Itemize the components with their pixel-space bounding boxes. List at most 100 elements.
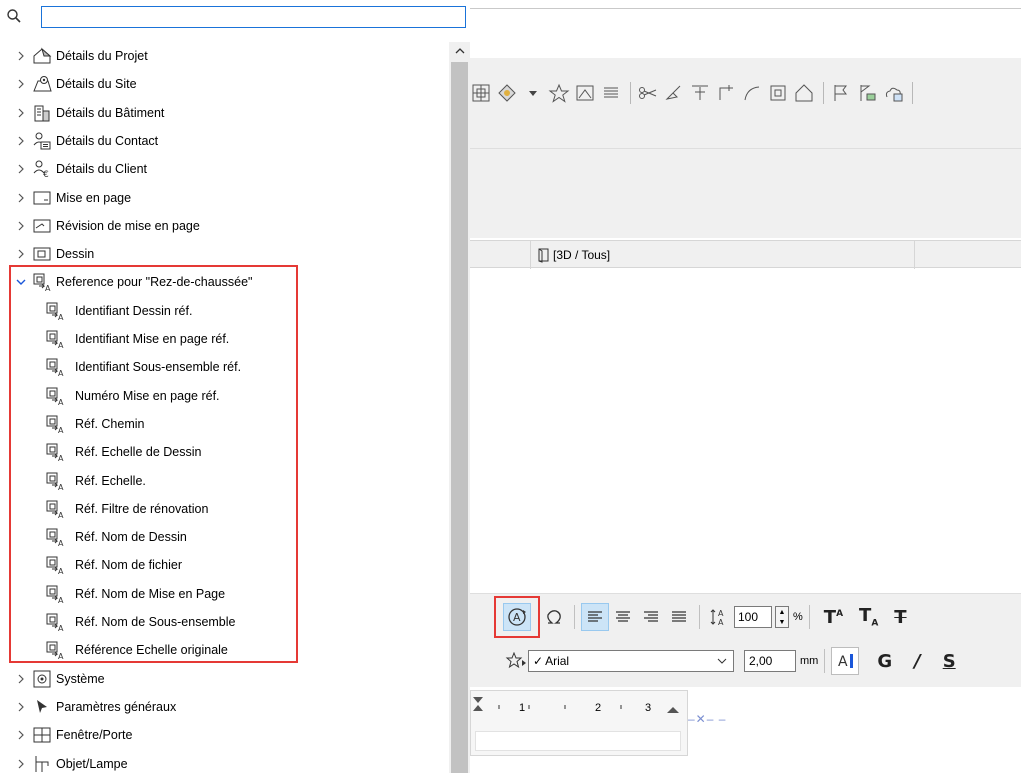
tree-child-label: Réf. Echelle de Dessin bbox=[75, 445, 202, 460]
grid-object-icon[interactable] bbox=[470, 82, 492, 104]
svg-text:A: A bbox=[58, 596, 64, 604]
chevron-right-icon[interactable] bbox=[16, 108, 26, 118]
ruler-text-area[interactable] bbox=[475, 731, 681, 751]
tree-item-client[interactable]: € Détails du Client bbox=[0, 155, 450, 183]
tree-item-object-lamp[interactable]: Objet/Lampe bbox=[0, 750, 450, 773]
tree-item-drawing[interactable]: Dessin bbox=[0, 240, 450, 268]
tree-item-label: Paramètres généraux bbox=[56, 699, 177, 714]
tree-child-label: Identifiant Sous-ensemble réf. bbox=[75, 360, 242, 375]
align-top-icon[interactable] bbox=[689, 82, 711, 104]
line-spacing-input[interactable]: 100 bbox=[734, 606, 772, 628]
ruler-tick-3: 3 bbox=[645, 702, 651, 714]
subscript-icon[interactable]: TA bbox=[859, 605, 878, 629]
house-icon[interactable] bbox=[793, 82, 815, 104]
right-indent-marker[interactable] bbox=[667, 707, 679, 713]
vertical-scrollbar[interactable] bbox=[449, 42, 470, 773]
chevron-down-icon[interactable] bbox=[16, 277, 26, 287]
chevron-right-icon[interactable] bbox=[16, 164, 26, 174]
cloud-icon[interactable] bbox=[882, 82, 904, 104]
column-divider bbox=[914, 241, 915, 269]
left-indent-marker[interactable] bbox=[473, 705, 483, 711]
chevron-down-icon bbox=[717, 655, 727, 665]
tree-child-item[interactable]: A Réf. Echelle de Dessin bbox=[0, 438, 450, 466]
tree-item-building[interactable]: Détails du Bâtiment bbox=[0, 99, 450, 127]
align-right-icon[interactable] bbox=[637, 603, 665, 631]
toolbar-separator bbox=[630, 82, 631, 104]
tree-item-reference[interactable]: A Reference pour "Rez-de-chaussée" bbox=[0, 268, 450, 296]
favorite-font-icon[interactable] bbox=[504, 647, 528, 675]
search-input[interactable] bbox=[41, 6, 466, 28]
first-indent-marker[interactable] bbox=[473, 697, 483, 703]
scroll-up-arrow-icon[interactable] bbox=[449, 42, 470, 60]
fill-icon[interactable] bbox=[496, 82, 518, 104]
italic-button[interactable]: / bbox=[914, 651, 921, 672]
object-lamp-icon bbox=[32, 754, 52, 773]
line-spacing-spinner[interactable]: ▲ ▼ bbox=[775, 606, 789, 628]
tree-child-item[interactable]: A Numéro Mise en page réf. bbox=[0, 382, 450, 410]
ruler-tick-1: 1 bbox=[519, 702, 525, 714]
scissors-icon[interactable] bbox=[637, 82, 659, 104]
tree-child-item[interactable]: A Réf. Nom de fichier bbox=[0, 551, 450, 579]
tree-child-item[interactable]: A Référence Echelle originale bbox=[0, 636, 450, 664]
underline-button[interactable]: S bbox=[943, 651, 956, 672]
flag-icon[interactable] bbox=[830, 82, 852, 104]
strikethrough-icon[interactable]: T bbox=[894, 607, 906, 628]
roof-view-icon[interactable] bbox=[574, 82, 596, 104]
3d-view-icon bbox=[537, 247, 551, 263]
font-select[interactable]: ✓ Arial bbox=[528, 650, 734, 672]
star-icon[interactable] bbox=[548, 82, 570, 104]
align-left-icon[interactable] bbox=[581, 603, 609, 631]
chevron-right-icon[interactable] bbox=[16, 79, 26, 89]
tree-child-item[interactable]: A Identifiant Mise en page réf. bbox=[0, 325, 450, 353]
tree-child-item[interactable]: A Réf. Chemin bbox=[0, 410, 450, 438]
section-icon[interactable] bbox=[767, 82, 789, 104]
tree-child-item[interactable]: A Identifiant Sous-ensemble réf. bbox=[0, 353, 450, 381]
curve-icon[interactable] bbox=[741, 82, 763, 104]
tree-item-contact[interactable]: Détails du Contact bbox=[0, 127, 450, 155]
tree-child-item[interactable]: A Réf. Echelle. bbox=[0, 467, 450, 495]
tree-child-item[interactable]: A Réf. Nom de Mise en Page bbox=[0, 580, 450, 608]
tree-child-item[interactable]: A Identifiant Dessin réf. bbox=[0, 297, 450, 325]
rotate-text-icon: A bbox=[503, 603, 531, 631]
dropdown-arrow-icon[interactable] bbox=[522, 82, 544, 104]
chevron-right-icon[interactable] bbox=[16, 730, 26, 740]
layers-icon[interactable] bbox=[600, 82, 622, 104]
chevron-right-icon[interactable] bbox=[16, 674, 26, 684]
bold-button[interactable]: G bbox=[877, 651, 892, 672]
chevron-right-icon[interactable] bbox=[16, 136, 26, 146]
rotate-text-button[interactable]: A bbox=[494, 596, 540, 638]
tree-view: Détails du Projet Détails du Site Détails … bbox=[0, 42, 450, 773]
svg-text:A: A bbox=[718, 609, 724, 618]
scrollbar-thumb[interactable] bbox=[451, 62, 468, 773]
tree-item-layout-revision[interactable]: Révision de mise en page bbox=[0, 212, 450, 240]
flag-list-icon[interactable] bbox=[856, 82, 878, 104]
general-params-icon bbox=[32, 697, 52, 717]
tree-item-window-door[interactable]: Fenêtre/Porte bbox=[0, 721, 450, 749]
tree-item-layout[interactable]: Mise en page bbox=[0, 184, 450, 212]
svg-text:A: A bbox=[58, 426, 64, 434]
justify-icon[interactable] bbox=[665, 603, 693, 631]
chevron-right-icon[interactable] bbox=[16, 249, 26, 259]
align-center-icon[interactable] bbox=[609, 603, 637, 631]
chevron-right-icon[interactable] bbox=[16, 51, 26, 61]
corner-icon[interactable] bbox=[715, 82, 737, 104]
svg-text:A: A bbox=[58, 652, 64, 660]
view-column[interactable]: [3D / Tous] bbox=[530, 241, 610, 269]
brush-icon[interactable] bbox=[663, 82, 685, 104]
superscript-icon[interactable]: TA bbox=[824, 607, 843, 628]
tree-item-site[interactable]: Détails du Site bbox=[0, 70, 450, 98]
chevron-right-icon[interactable] bbox=[16, 702, 26, 712]
text-color-icon[interactable]: A bbox=[831, 647, 860, 675]
tree-child-item[interactable]: A Réf. Nom de Dessin bbox=[0, 523, 450, 551]
font-size-input[interactable]: 2,00 bbox=[744, 650, 796, 672]
tree-item-project[interactable]: Détails du Projet bbox=[0, 42, 450, 70]
omega-icon[interactable] bbox=[540, 603, 568, 631]
chevron-right-icon[interactable] bbox=[16, 759, 26, 769]
tree-child-item[interactable]: A Réf. Filtre de rénovation bbox=[0, 495, 450, 523]
tree-child-label: Identifiant Dessin réf. bbox=[75, 303, 193, 318]
chevron-right-icon[interactable] bbox=[16, 193, 26, 203]
chevron-right-icon[interactable] bbox=[16, 221, 26, 231]
tree-item-general-params[interactable]: Paramètres généraux bbox=[0, 693, 450, 721]
tree-item-system[interactable]: Système bbox=[0, 665, 450, 693]
tree-child-item[interactable]: A Réf. Nom de Sous-ensemble bbox=[0, 608, 450, 636]
